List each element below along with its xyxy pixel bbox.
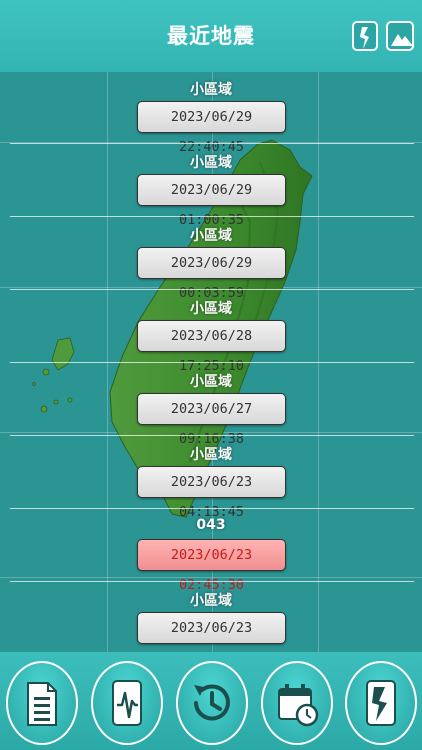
report-button[interactable] (6, 661, 78, 745)
mountain-map-icon (391, 34, 413, 46)
region-label: 小區域 (190, 82, 232, 98)
earthquake-item[interactable]: 小區域 2023/06/29 01:00:35 (0, 145, 422, 228)
bottom-toolbar (0, 652, 422, 750)
time-button[interactable]: 2023/06/23 00:27:56 (137, 612, 286, 666)
report-document-icon (27, 682, 57, 726)
app-header: 最近地震 (0, 0, 422, 72)
calendar-clock-icon (278, 684, 319, 727)
divider (10, 143, 414, 144)
divider (10, 581, 414, 582)
earthquake-item[interactable]: 小區域 2023/06/29 00:03:59 (0, 218, 422, 301)
region-label: 小區域 (190, 155, 232, 171)
time-button[interactable]: 2023/06/27 09:16:38 (137, 393, 286, 447)
map-view-button[interactable] (386, 21, 414, 51)
earthquake-list: 小區域 2023/06/29 22:40:45 小區域 2023/06/29 0… (0, 72, 422, 666)
earthquake-item[interactable]: 小區域 2023/06/28 17:25:10 (0, 291, 422, 374)
earthquake-item[interactable]: 小區域 2023/06/27 09:16:38 (0, 364, 422, 447)
divider (10, 362, 414, 363)
region-label: 小區域 (190, 301, 232, 317)
region-label: 小區域 (190, 447, 232, 463)
time-button[interactable]: 2023/06/23 04:13:45 (137, 466, 286, 520)
calendar-button[interactable] (261, 661, 333, 745)
earthquake-item[interactable]: 小區域 2023/06/23 04:13:45 (0, 437, 422, 520)
earthquake-item[interactable]: 小區域 2023/06/29 22:40:45 (0, 72, 422, 155)
earthquake-item[interactable]: 小區域 2023/06/23 00:27:56 (0, 583, 422, 666)
quake-zone-tab-button[interactable] (345, 661, 417, 745)
region-label: 小區域 (190, 593, 232, 609)
earthquake-item-highlighted[interactable]: 043 2023/06/23 02:45:30 (0, 510, 422, 593)
seismograph-icon (112, 680, 142, 726)
divider (10, 508, 414, 509)
time-button[interactable]: 2023/06/23 02:45:30 (137, 539, 286, 593)
time-button[interactable]: 2023/06/28 17:25:10 (137, 320, 286, 374)
region-label: 小區域 (190, 228, 232, 244)
region-label: 小區域 (190, 374, 232, 390)
quake-zone-icon (366, 680, 396, 726)
time-button[interactable]: 2023/06/29 22:40:45 (137, 101, 286, 155)
time-button[interactable]: 2023/06/29 01:00:35 (137, 174, 286, 228)
region-label: 043 (196, 517, 226, 533)
quake-zone-button[interactable] (352, 21, 378, 51)
divider (10, 435, 414, 436)
history-icon (194, 684, 230, 721)
history-button[interactable] (176, 661, 248, 745)
divider (10, 289, 414, 290)
time-button[interactable]: 2023/06/29 00:03:59 (137, 247, 286, 301)
divider (10, 216, 414, 217)
seismograph-button[interactable] (91, 661, 163, 745)
quake-zone-icon (360, 27, 369, 49)
